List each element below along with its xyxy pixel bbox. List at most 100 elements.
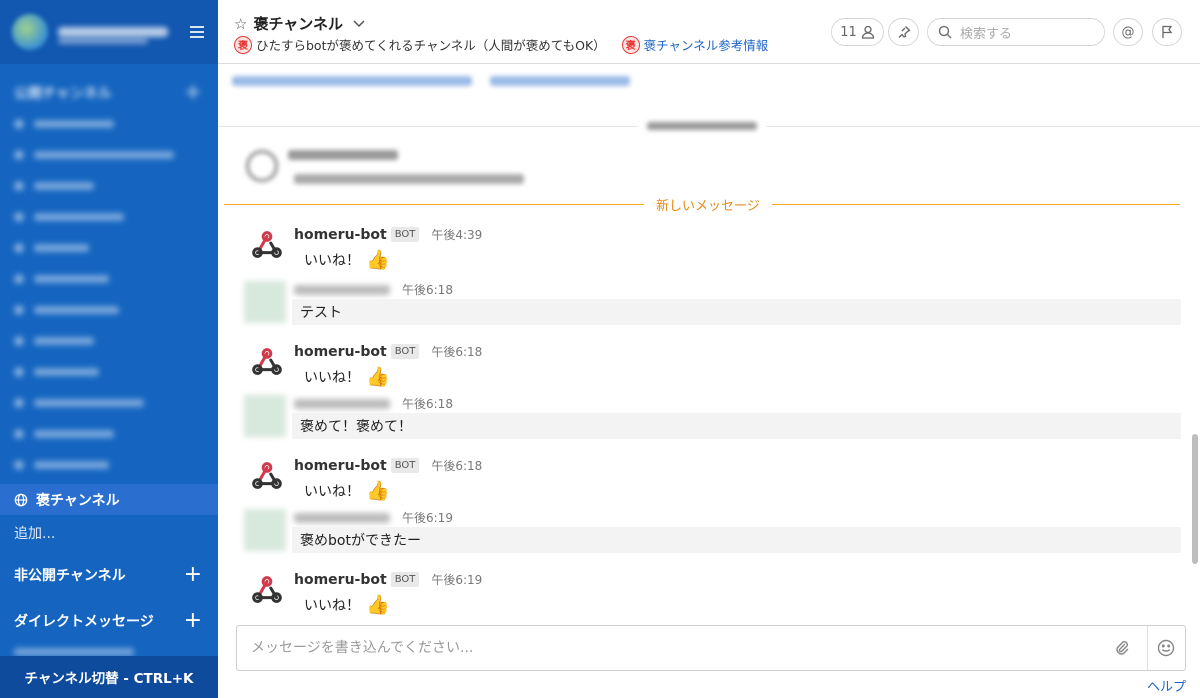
search-placeholder: 検索する <box>960 26 1013 42</box>
homeru-badge-icon: 褒 <box>621 35 640 54</box>
team-header[interactable] <box>0 0 218 64</box>
message-header: 午後6:19 <box>294 509 453 526</box>
sidebar-item[interactable] <box>0 294 218 325</box>
username[interactable]: homeru-bot <box>294 227 387 243</box>
username[interactable]: homeru-bot <box>294 344 387 360</box>
pin-icon <box>898 26 911 38</box>
sidebar-item[interactable] <box>0 356 218 387</box>
message-header: 午後6:18 <box>294 281 453 298</box>
timestamp[interactable]: 午後6:19 <box>402 509 453 526</box>
sidebar-item[interactable] <box>0 201 218 232</box>
username[interactable]: homeru-bot <box>294 572 387 588</box>
message-text: いいね！ <box>304 597 360 614</box>
help-link[interactable]: ヘルプ <box>1147 676 1186 695</box>
sidebar-item[interactable] <box>0 170 218 201</box>
thumbs-up-icon: 👍 <box>366 249 390 271</box>
emoji-icon[interactable] <box>1157 639 1175 657</box>
add-private-channel-icon[interactable]: + <box>184 564 202 586</box>
add-more-channels-link[interactable]: 追加... <box>14 523 55 543</box>
mentions-button[interactable]: @ <box>1113 18 1143 46</box>
channel-purpose: 褒 ひたすらbotが褒めてくれるチャンネル（人間が褒めてもOK） 褒 褒チャンネ… <box>234 35 768 54</box>
pin-button[interactable] <box>888 18 919 46</box>
message-text: 褒めbotができたー <box>292 527 1181 553</box>
message-input[interactable] <box>237 626 1107 670</box>
username[interactable] <box>294 512 390 523</box>
hamburger-menu-icon[interactable] <box>190 26 204 38</box>
message-text: テスト <box>292 299 1181 325</box>
sidebar-item[interactable] <box>0 418 218 449</box>
direct-messages-label: ダイレクトメッセージ <box>14 614 154 630</box>
username[interactable] <box>294 398 390 409</box>
sidebar-item[interactable] <box>0 232 218 263</box>
message-list: 新しいメッセージ homeru-bot BOT 午後4:39 いいね！ 👍 午後… <box>218 64 1200 624</box>
search-icon <box>938 25 952 39</box>
sidebar-item[interactable] <box>0 263 218 294</box>
direct-messages-header: ダイレクトメッセージ + <box>0 606 218 636</box>
flagged-button[interactable] <box>1152 18 1182 46</box>
public-channels-label: 公開チャンネル <box>14 86 112 102</box>
timestamp[interactable]: 午後6:18 <box>431 343 482 360</box>
channel-switcher-button[interactable]: チャンネル切替 - CTRL+K <box>0 656 218 698</box>
sidebar: 公開チャンネル + 褒チャンネル 追加... 非公開チャンネル + ダイレクトメ… <box>0 0 218 698</box>
system-text <box>294 174 524 184</box>
at-icon: @ <box>1121 24 1135 40</box>
bot-tag: BOT <box>390 572 420 587</box>
bot-tag: BOT <box>390 227 420 242</box>
star-icon[interactable]: ☆ <box>234 15 247 33</box>
composer-divider <box>1147 626 1148 670</box>
avatar[interactable] <box>244 281 286 323</box>
sidebar-item[interactable] <box>0 325 218 356</box>
message-body: いいね！ 👍 <box>304 365 390 388</box>
system-avatar <box>246 150 278 182</box>
member-count-button[interactable]: 11 <box>831 18 884 46</box>
team-username <box>58 38 148 44</box>
member-icon <box>861 25 874 39</box>
channel-title-row[interactable]: ☆ 褒チャンネル <box>234 13 365 34</box>
message-header: 午後6:18 <box>294 395 453 412</box>
team-avatar <box>12 14 48 50</box>
team-name <box>58 27 168 37</box>
message-body: いいね！ 👍 <box>304 479 390 502</box>
sidebar-item[interactable] <box>0 139 218 170</box>
timestamp[interactable]: 午後6:19 <box>431 571 482 588</box>
message-text: いいね！ <box>304 483 360 500</box>
chevron-down-icon[interactable] <box>353 19 365 28</box>
message-text: いいね！ <box>304 252 360 269</box>
message-header: homeru-bot BOT 午後6:18 <box>294 343 482 360</box>
sidebar-item[interactable] <box>0 449 218 480</box>
reference-link[interactable]: 褒チャンネル参考情報 <box>644 35 769 54</box>
private-channels-label: 非公開チャンネル <box>14 568 126 584</box>
sidebar-item[interactable] <box>0 108 218 139</box>
sidebar-item[interactable] <box>0 387 218 418</box>
add-direct-message-icon[interactable]: + <box>184 610 202 632</box>
avatar[interactable] <box>244 509 286 551</box>
sidebar-item-label: 褒チャンネル <box>36 492 120 509</box>
thumbs-up-icon: 👍 <box>366 366 390 388</box>
dm-item[interactable] <box>14 648 134 656</box>
username[interactable] <box>294 284 390 295</box>
paperclip-icon[interactable] <box>1113 639 1131 657</box>
message-header: homeru-bot BOT 午後6:19 <box>294 571 482 588</box>
timestamp[interactable]: 午後6:18 <box>402 395 453 412</box>
message-composer <box>236 625 1186 671</box>
channel-intro-actions <box>232 76 630 86</box>
sidebar-item-homeru-channel[interactable]: 褒チャンネル <box>0 484 218 515</box>
thumbs-up-icon: 👍 <box>366 480 390 502</box>
avatar[interactable] <box>244 395 286 437</box>
timestamp[interactable]: 午後6:18 <box>431 457 482 474</box>
timestamp[interactable]: 午後4:39 <box>431 226 482 243</box>
public-channels-header: 公開チャンネル + <box>0 78 218 108</box>
thumbs-up-icon: 👍 <box>366 594 390 616</box>
add-public-channel-icon[interactable]: + <box>184 82 202 104</box>
timestamp[interactable]: 午後6:18 <box>402 281 453 298</box>
public-channel-list: 公開チャンネル + <box>0 78 218 480</box>
flag-icon <box>1162 25 1173 38</box>
date-label <box>638 120 766 132</box>
system-message <box>246 150 524 184</box>
search-box[interactable]: 検索する <box>927 18 1105 46</box>
username[interactable]: homeru-bot <box>294 458 387 474</box>
message-scrollbar[interactable] <box>1192 434 1198 564</box>
message-header: homeru-bot BOT 午後4:39 <box>294 226 482 243</box>
message-body: いいね！ 👍 <box>304 248 390 271</box>
message-text: 褒めて！褒めて！ <box>292 413 1181 439</box>
